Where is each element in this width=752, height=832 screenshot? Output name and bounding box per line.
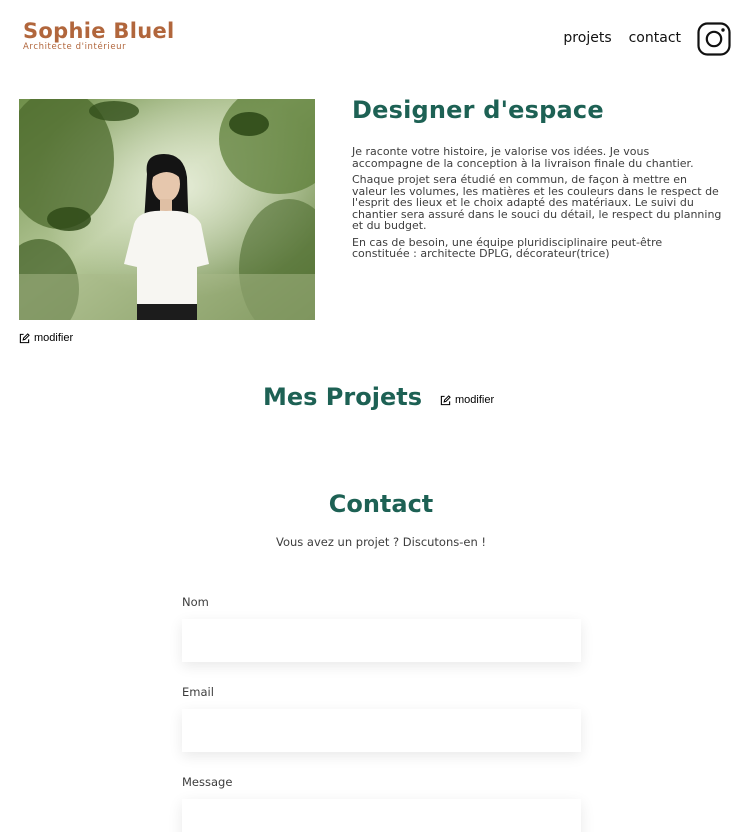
logo-subtitle: Architecte d'intérieur [23,42,127,52]
name-label: Nom [182,595,209,609]
intro-paragraph: Chaque projet sera étudié en commun, de … [352,173,722,232]
contact-title: Contact [328,490,434,518]
nav-link-projects[interactable]: projets [563,30,611,46]
nav-link-contact[interactable]: contact [629,30,681,46]
message-field[interactable] [182,799,581,832]
edit-projects-button[interactable]: modifier [440,394,494,406]
site-logo[interactable]: Sophie Bluel Architecte d'intérieur [23,20,174,52]
portrait-photo [19,99,315,320]
edit-icon [19,332,30,343]
main-nav: projets contact [563,30,681,46]
edit-intro-button[interactable]: modifier [19,332,73,344]
intro-description: Je raconte votre histoire, je valorise v… [352,146,722,260]
edit-intro-label: modifier [34,332,74,344]
email-field[interactable] [182,709,581,752]
projects-title: Mes Projets [263,383,422,411]
intro-paragraph: En cas de besoin, une équipe pluridiscip… [352,235,663,260]
intro-title: Designer d'espace [352,96,604,124]
portrait-illustration [19,99,315,320]
logo-name: Sophie Bluel [23,19,175,43]
intro-paragraph: Je raconte votre histoire, je valorise v… [352,145,694,170]
intro-section: Designer d'espace Je raconte votre histo… [352,96,722,265]
instagram-icon[interactable] [697,22,731,56]
site-header: Sophie Bluel Architecte d'intérieur proj… [0,0,752,80]
edit-icon [440,394,451,405]
name-field[interactable] [182,619,581,662]
edit-projects-label: modifier [455,394,495,406]
message-label: Message [182,775,233,789]
contact-subtitle: Vous avez un projet ? Discutons-en ! [275,535,487,549]
email-label: Email [182,685,214,699]
